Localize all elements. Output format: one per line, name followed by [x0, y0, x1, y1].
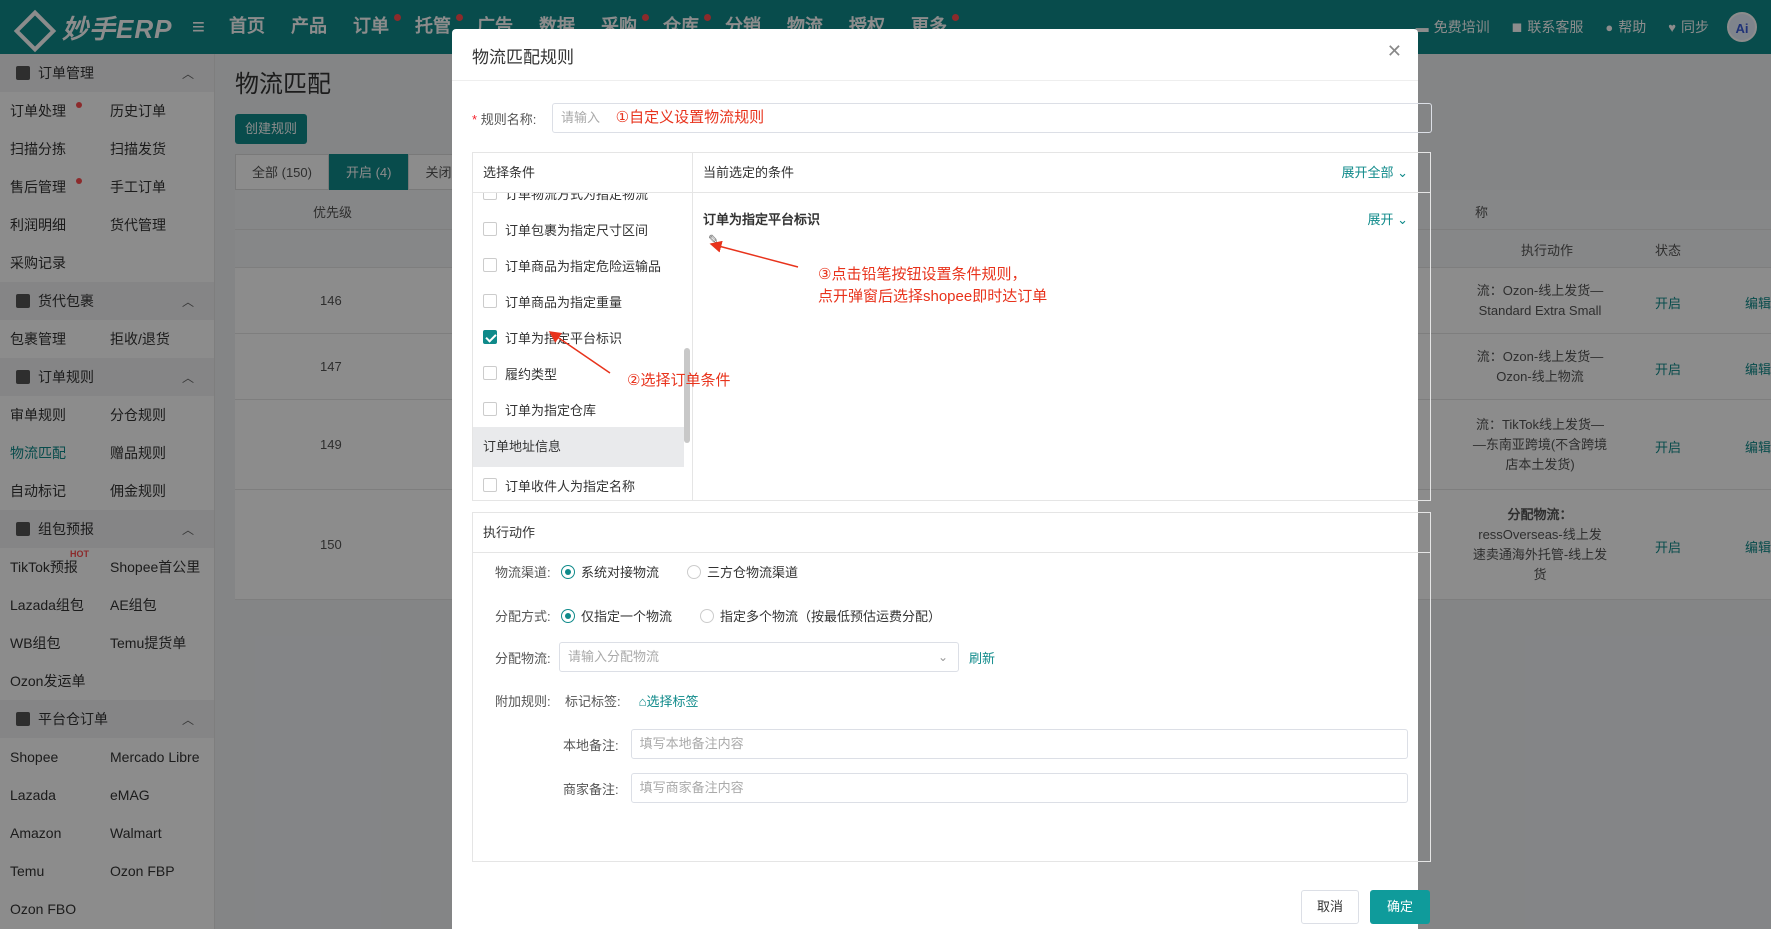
- condition-item[interactable]: 订单收件人为指定名称: [473, 467, 692, 500]
- selected-condition-title: 订单为指定平台标识: [703, 212, 821, 227]
- radio-icon: [700, 608, 715, 623]
- merchant-note-input[interactable]: 填写商家备注内容: [630, 773, 1408, 803]
- rule-name-row: * 规则名称: 请输入 ①自定义设置物流规则: [472, 103, 1432, 133]
- local-note-input[interactable]: 填写本地备注内容: [630, 729, 1408, 759]
- rule-name-input[interactable]: 请输入 ①自定义设置物流规则: [552, 103, 1432, 133]
- checkbox[interactable]: [483, 330, 497, 344]
- checkbox[interactable]: [483, 258, 497, 272]
- chevron-down-icon: ⌄: [937, 650, 948, 664]
- expand-link[interactable]: 展开 ⌄: [1367, 209, 1408, 228]
- merchant-note-label: 商家备注:: [563, 781, 619, 797]
- channel-row: 物流渠道: 系统对接物流 三方仓物流渠道: [495, 562, 826, 581]
- rule-name-placeholder: 请输入: [561, 110, 601, 125]
- action-box: 执行动作 物流渠道: 系统对接物流 三方仓物流渠道 分配方式: 仅指定一个物流 …: [472, 512, 1431, 862]
- pencil-icon[interactable]: ✎: [708, 232, 719, 248]
- cancel-button[interactable]: 取消: [1301, 890, 1359, 924]
- select-condition-head: 选择条件: [473, 153, 692, 193]
- checkbox[interactable]: [483, 402, 497, 416]
- select-tag-link[interactable]: ⌂选择标签: [639, 691, 699, 710]
- logistics-rule-modal: 物流匹配规则 ✕ * 规则名称: 请输入 ①自定义设置物流规则 选择条件 订单物…: [452, 29, 1432, 929]
- logistics-row: 分配物流: 请输入分配物流 ⌄ 刷新: [495, 642, 995, 672]
- modal-title: 物流匹配规则: [472, 48, 574, 67]
- expand-all-link[interactable]: 展开全部 ⌄: [1341, 153, 1408, 193]
- condition-item[interactable]: 订单商品为指定重量: [473, 283, 692, 319]
- refresh-link[interactable]: 刷新: [969, 648, 995, 667]
- channel-option-system[interactable]: 系统对接物流: [561, 562, 659, 581]
- checkbox[interactable]: [483, 222, 497, 236]
- condition-item[interactable]: 订单物流方式为指定物流: [473, 193, 692, 211]
- scrollbar[interactable]: [684, 348, 690, 443]
- condition-section-address: 订单地址信息: [473, 427, 684, 467]
- condition-box: 选择条件 订单物流方式为指定物流 订单包裹为指定尺寸区间 订单商品为指定危险运输品订…: [472, 152, 1431, 501]
- close-icon[interactable]: ✕: [1387, 41, 1402, 62]
- condition-selector: 选择条件 订单物流方式为指定物流 订单包裹为指定尺寸区间 订单商品为指定危险运输品订…: [473, 153, 693, 500]
- condition-list[interactable]: 订单物流方式为指定物流 订单包裹为指定尺寸区间 订单商品为指定危险运输品 订单商品为指…: [473, 193, 692, 500]
- selected-conditions: 当前选定的条件 展开全部 ⌄ 订单为指定平台标识 展开 ⌄ ✎: [693, 153, 1430, 500]
- condition-item[interactable]: 订单商品为指定危险运输品: [473, 247, 692, 283]
- rule-name-label: * 规则名称:: [472, 112, 537, 127]
- annotation-1: ①自定义设置物流规则: [615, 109, 765, 126]
- confirm-button[interactable]: 确定: [1370, 890, 1430, 924]
- checkbox[interactable]: [483, 294, 497, 308]
- modal-header: 物流匹配规则 ✕: [452, 29, 1418, 81]
- action-head: 执行动作: [473, 513, 1430, 553]
- logistics-select[interactable]: 请输入分配物流 ⌄: [559, 642, 959, 672]
- merchant-note-row: 商家备注: 填写商家备注内容: [563, 773, 1408, 803]
- annotation-3-line-1: ③点击铅笔按钮设置条件规则，: [818, 266, 1027, 283]
- annotation-3-line-2: 点开弹窗后选择shopee即时达订单: [818, 288, 1048, 305]
- checkbox[interactable]: [483, 366, 497, 380]
- assign-option-multi[interactable]: 指定多个物流（按最低预估运费分配）: [700, 606, 941, 625]
- chevron-down-icon: ⌄: [1397, 165, 1408, 180]
- channel-option-3pl[interactable]: 三方仓物流渠道: [687, 562, 798, 581]
- current-conditions-head: 当前选定的条件 展开全部 ⌄: [693, 153, 1430, 193]
- chevron-down-icon: ⌄: [1397, 212, 1408, 227]
- extra-rules-row: 附加规则: 标记标签: ⌂选择标签: [495, 691, 699, 710]
- condition-item[interactable]: 订单为指定平台标识: [473, 319, 692, 355]
- local-note-row: 本地备注: 填写本地备注内容: [563, 729, 1408, 759]
- local-note-label: 本地备注:: [563, 737, 619, 753]
- extra-label: 附加规则:: [495, 694, 551, 709]
- condition-item[interactable]: 订单为指定仓库: [473, 391, 692, 427]
- assign-row: 分配方式: 仅指定一个物流 指定多个物流（按最低预估运费分配）: [495, 606, 969, 625]
- annotation-3: ③点击铅笔按钮设置条件规则， 点开弹窗后选择shopee即时达订单: [818, 264, 1047, 308]
- assign-option-single[interactable]: 仅指定一个物流: [561, 606, 672, 625]
- channel-label: 物流渠道:: [495, 565, 551, 580]
- annotation-2: ②选择订单条件: [627, 372, 731, 389]
- assign-label: 分配方式:: [495, 609, 551, 624]
- logistics-label: 分配物流:: [495, 650, 551, 666]
- checkbox[interactable]: [483, 193, 497, 200]
- radio-icon: [561, 564, 575, 579]
- radio-icon: [561, 608, 575, 623]
- condition-list-inner: 订单物流方式为指定物流 订单包裹为指定尺寸区间 订单商品为指定危险运输品 订单商品为指…: [473, 193, 692, 500]
- tag-label: 标记标签:: [565, 694, 621, 709]
- condition-item[interactable]: 订单包裹为指定尺寸区间: [473, 211, 692, 247]
- radio-icon: [687, 564, 702, 579]
- checkbox[interactable]: [483, 478, 497, 492]
